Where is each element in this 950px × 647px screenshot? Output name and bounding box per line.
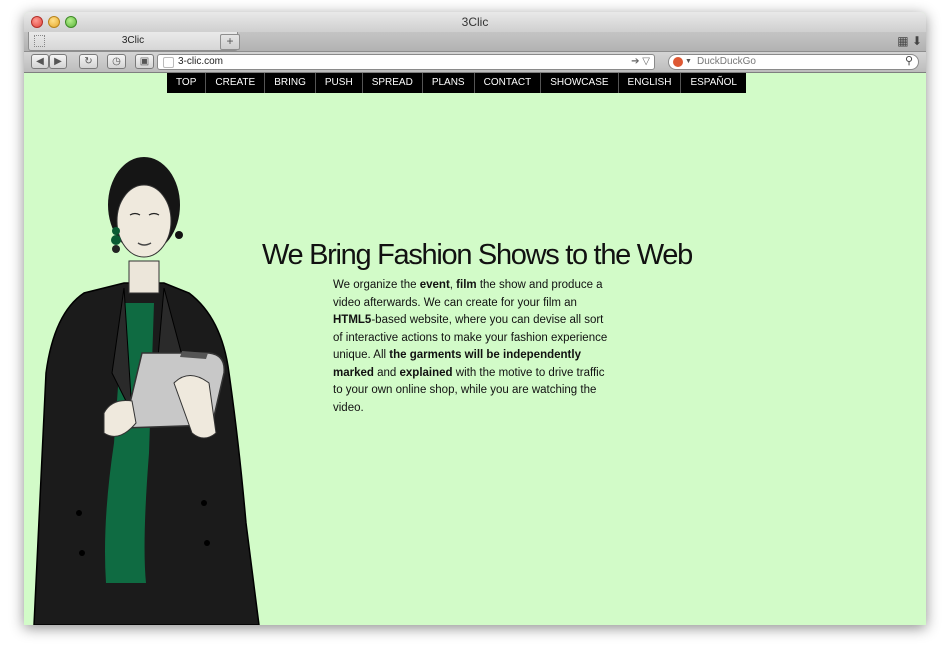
page-content: TOP CREATE BRING PUSH SPREAD PLANS CONTA…	[24, 73, 926, 625]
bold-html5: HTML5	[333, 314, 372, 326]
browser-toolbar: ◀ ▶ ↻ ◷ ▣ 3-clic.com ➔ ▽ ▼ DuckDuckGo ⚲	[24, 52, 926, 73]
bookmark-icon: ▣	[139, 56, 150, 67]
tab-bar: 3Clic + ▦ ⬇	[24, 32, 926, 52]
fashion-model-illustration	[33, 157, 260, 625]
back-icon: ◀	[36, 56, 44, 67]
text-segment: and	[373, 366, 400, 379]
text-segment: We organize the	[333, 279, 420, 291]
address-bar-icons[interactable]: ➔ ▽	[631, 55, 650, 69]
back-button[interactable]: ◀	[31, 54, 49, 69]
bold-event: event	[419, 279, 450, 291]
bookmark-button[interactable]: ▣	[135, 54, 154, 69]
minimize-window-button[interactable]	[48, 16, 60, 28]
nav-item-spread[interactable]: SPREAD	[363, 73, 423, 93]
page-headline: We Bring Fashion Shows to the Web	[262, 239, 693, 271]
reload-icon: ↻	[84, 56, 93, 67]
address-bar[interactable]: 3-clic.com ➔ ▽	[157, 54, 655, 70]
site-navigation: TOP CREATE BRING PUSH SPREAD PLANS CONTA…	[167, 73, 746, 93]
search-placeholder: DuckDuckGo	[697, 56, 756, 67]
history-button[interactable]: ◷	[107, 54, 126, 69]
nav-item-english[interactable]: ENGLISH	[619, 73, 682, 93]
intro-paragraph: We organize the event, film the show and…	[333, 277, 608, 417]
reload-button[interactable]: ↻	[79, 54, 98, 69]
duckduckgo-icon	[673, 57, 683, 67]
bold-explained: explained	[399, 366, 453, 379]
forward-icon: ▶	[54, 56, 62, 67]
zoom-window-button[interactable]	[65, 16, 77, 28]
forward-button[interactable]: ▶	[49, 54, 67, 69]
top-sites-icon[interactable]: ▦	[897, 34, 908, 48]
url-text: 3-clic.com	[178, 56, 224, 67]
nav-item-showcase[interactable]: SHOWCASE	[541, 73, 619, 93]
search-engine-caret-icon[interactable]: ▼	[685, 55, 692, 69]
nav-item-top[interactable]: TOP	[167, 73, 207, 93]
browser-window: 3Clic 3Clic + ▦ ⬇ ◀ ▶ ↻ ◷ ▣ 3-clic.com ➔…	[24, 12, 926, 625]
nav-item-bring[interactable]: BRING	[265, 73, 316, 93]
tab-label: 3Clic	[121, 35, 145, 46]
nav-item-espanol[interactable]: ESPAÑOL	[681, 73, 746, 93]
bold-film: film	[456, 279, 477, 291]
window-title: 3Clic	[461, 15, 489, 29]
tabbar-icons: ▦ ⬇	[897, 34, 922, 48]
close-window-button[interactable]	[31, 16, 43, 28]
search-icon[interactable]: ⚲	[905, 55, 913, 68]
nav-item-contact[interactable]: CONTACT	[475, 73, 542, 93]
title-bar: 3Clic	[24, 12, 926, 32]
search-field[interactable]: ▼ DuckDuckGo ⚲	[668, 54, 919, 70]
tab-3clic[interactable]: 3Clic	[28, 32, 238, 51]
site-favicon-icon	[163, 57, 174, 68]
download-icon[interactable]: ⬇	[912, 34, 922, 48]
nav-item-push[interactable]: PUSH	[316, 73, 363, 93]
nav-item-plans[interactable]: PLANS	[423, 73, 475, 93]
clock-icon: ◷	[112, 56, 121, 67]
nav-item-create[interactable]: CREATE	[206, 73, 266, 93]
new-tab-button[interactable]: +	[220, 34, 240, 50]
